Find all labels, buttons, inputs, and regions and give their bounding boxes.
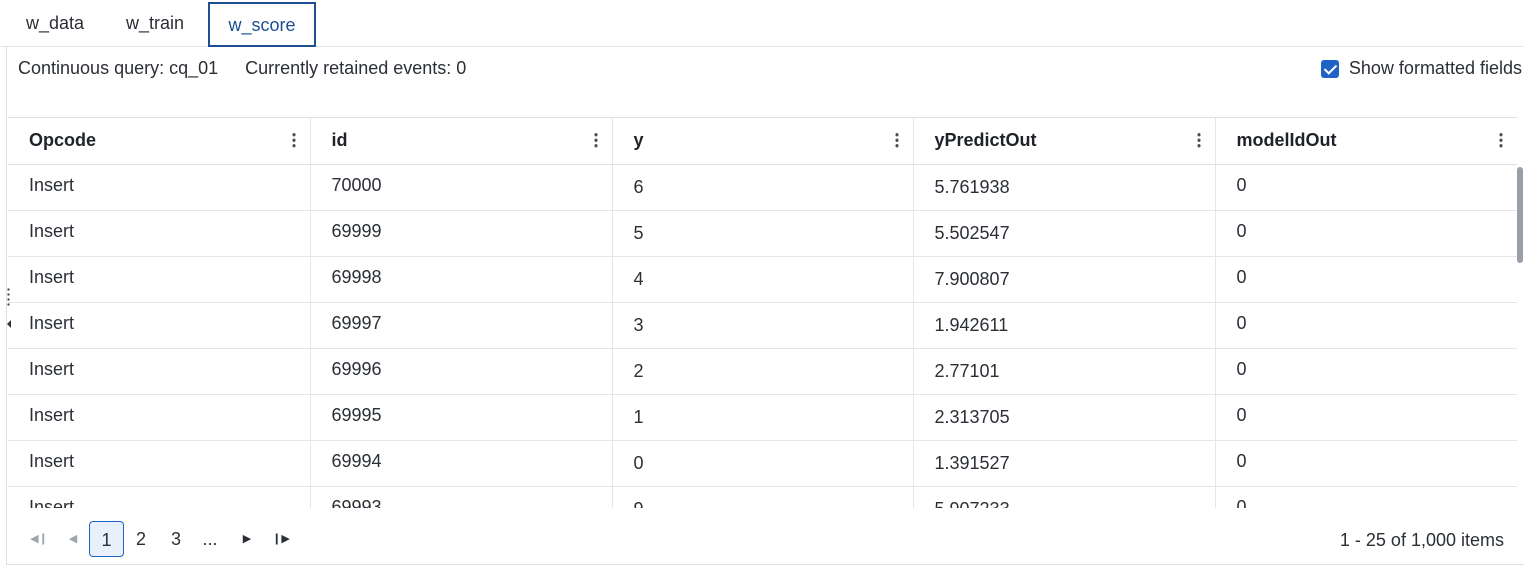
cell-ypredictout: 1.942611 — [913, 302, 1216, 349]
cell-id: 69993 — [310, 486, 613, 508]
cell-y: 5 — [612, 210, 914, 257]
column-header-label: yPredictOut — [934, 130, 1037, 151]
next-page-icon[interactable]: ▶ — [237, 521, 257, 557]
page-ellipsis-button[interactable]: ... — [198, 521, 222, 557]
info-bar: Continuous query: cq_01 Currently retain… — [18, 58, 488, 79]
column-header-label: modelIdOut — [1236, 130, 1337, 151]
cell-y: 6 — [612, 164, 914, 211]
cell-ypredictout: 7.900807 — [913, 256, 1216, 303]
column-header-modelidout[interactable]: modelIdOut — [1215, 118, 1517, 165]
cell-y: 9 — [612, 486, 914, 508]
cell-id: 70000 — [310, 164, 613, 211]
cell-modelidout: 0 — [1215, 348, 1517, 395]
cell-ypredictout: 5.907233 — [913, 486, 1216, 508]
show-formatted-fields-label: Show formatted fields — [1348, 58, 1522, 78]
events-table: Opcode id y yPredictOut modelIdOut Inser… — [8, 118, 1517, 508]
table-row[interactable]: Insert 69998 4 7.900807 0 — [8, 256, 1517, 303]
cell-modelidout: 0 — [1215, 486, 1517, 508]
column-header-label: id — [331, 130, 348, 151]
window-panel: Continuous query: cq_01 Currently retain… — [6, 47, 1524, 565]
kebab-menu-icon[interactable] — [593, 132, 598, 148]
cell-modelidout: 0 — [1215, 394, 1517, 441]
cell-modelidout: 0 — [1215, 210, 1517, 257]
cell-ypredictout: 5.502547 — [913, 210, 1216, 257]
kebab-menu-icon[interactable] — [291, 132, 296, 148]
previous-page-icon[interactable]: ◀ — [63, 521, 83, 557]
pagination-summary: 1 - 25 of 1,000 items — [1339, 530, 1504, 550]
tab-bar: w_data w_train w_score — [0, 0, 1524, 47]
cell-y: 2 — [612, 348, 914, 395]
cell-id: 69994 — [310, 440, 613, 487]
cell-opcode: Insert — [8, 164, 311, 211]
cell-opcode: Insert — [8, 486, 311, 508]
first-page-icon[interactable]: ◀❙ — [29, 521, 49, 557]
kebab-menu-icon[interactable] — [894, 132, 899, 148]
continuous-query-label: Continuous query: cq_01 — [18, 58, 219, 78]
tab-w-train[interactable]: w_train — [106, 2, 204, 47]
page-button-1[interactable]: 1 — [89, 521, 124, 557]
column-header-label: Opcode — [29, 130, 97, 151]
page-button-2[interactable]: 2 — [129, 521, 153, 557]
cell-y: 3 — [612, 302, 914, 349]
cell-id: 69997 — [310, 302, 613, 349]
cell-opcode: Insert — [8, 210, 311, 257]
retained-events-label: Currently retained events: 0 — [245, 58, 467, 78]
header-row: Opcode id y yPredictOut modelIdOut — [8, 118, 1517, 165]
cell-modelidout: 0 — [1215, 440, 1517, 487]
cell-opcode: Insert — [8, 394, 311, 441]
table-row[interactable]: Insert 69994 0 1.391527 0 — [8, 440, 1517, 487]
cell-id: 69996 — [310, 348, 613, 395]
table-row[interactable]: Insert 69997 3 1.942611 0 — [8, 302, 1517, 349]
cell-id: 69998 — [310, 256, 613, 303]
events-grid: Opcode id y yPredictOut modelIdOut Inser… — [8, 117, 1517, 508]
kebab-menu-icon[interactable] — [1196, 132, 1201, 148]
table-row[interactable]: Insert 70000 6 5.761938 0 — [8, 164, 1517, 211]
table-row[interactable]: Insert 69996 2 2.77101 0 — [8, 348, 1517, 395]
kebab-menu-icon[interactable] — [1498, 132, 1503, 148]
cell-modelidout: 0 — [1215, 302, 1517, 349]
show-formatted-fields-toggle[interactable]: Show formatted fields — [1320, 58, 1522, 79]
cell-id: 69995 — [310, 394, 613, 441]
tab-w-score[interactable]: w_score — [208, 2, 316, 47]
cell-modelidout: 0 — [1215, 164, 1517, 211]
cell-opcode: Insert — [8, 348, 311, 395]
tab-w-data[interactable]: w_data — [6, 2, 104, 47]
cell-ypredictout: 1.391527 — [913, 440, 1216, 487]
last-page-icon[interactable]: ❙▶ — [271, 521, 291, 557]
table-row[interactable]: Insert 69993 9 5.907233 0 — [8, 486, 1517, 508]
table-row[interactable]: Insert 69995 1 2.313705 0 — [8, 394, 1517, 441]
cell-opcode: Insert — [8, 256, 311, 303]
column-header-y[interactable]: y — [612, 118, 914, 165]
cell-ypredictout: 2.77101 — [913, 348, 1216, 395]
cell-id: 69999 — [310, 210, 613, 257]
cell-ypredictout: 2.313705 — [913, 394, 1216, 441]
column-header-label: y — [633, 130, 644, 151]
table-row[interactable]: Insert 69999 5 5.502547 0 — [8, 210, 1517, 257]
page-button-3[interactable]: 3 — [164, 521, 188, 557]
cell-opcode: Insert — [8, 440, 311, 487]
cell-y: 1 — [612, 394, 914, 441]
scrollbar-thumb[interactable] — [1517, 167, 1523, 263]
pagination-bar: ◀❙ ◀ 1 2 3 ... ▶ ❙▶ 1 - 25 of 1,000 item… — [7, 511, 1524, 563]
show-formatted-fields-checkbox[interactable] — [1320, 59, 1339, 78]
vertical-scrollbar[interactable] — [1516, 165, 1524, 509]
cell-modelidout: 0 — [1215, 256, 1517, 303]
cell-y: 4 — [612, 256, 914, 303]
column-header-opcode[interactable]: Opcode — [8, 118, 311, 165]
cell-opcode: Insert — [8, 302, 311, 349]
column-header-id[interactable]: id — [310, 118, 613, 165]
cell-y: 0 — [612, 440, 914, 487]
column-header-ypredictout[interactable]: yPredictOut — [913, 118, 1216, 165]
cell-ypredictout: 5.761938 — [913, 164, 1216, 211]
